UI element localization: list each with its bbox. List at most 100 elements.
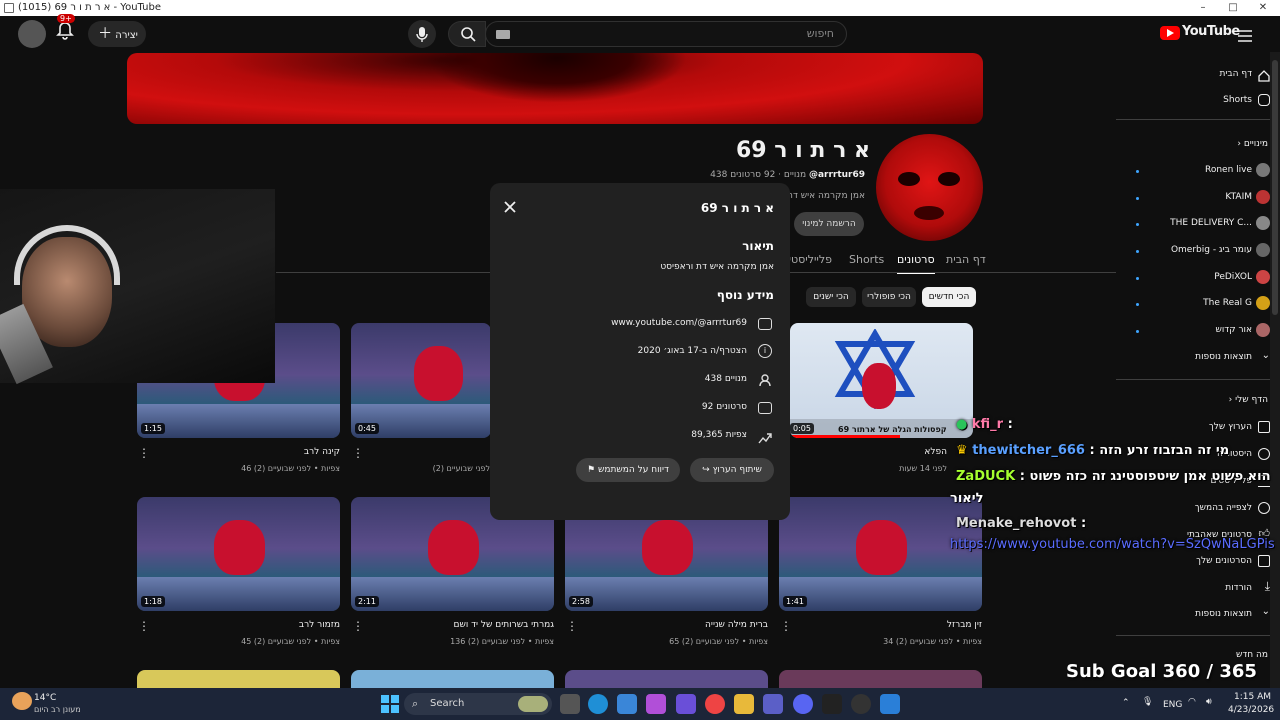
subscriber-count: 438 מנויים <box>704 374 747 384</box>
app-icon[interactable] <box>880 694 900 714</box>
video-title[interactable]: זין מברזל <box>792 620 982 630</box>
maximize-button[interactable]: □ <box>1218 0 1248 16</box>
language-indicator[interactable]: ENG <box>1163 700 1182 710</box>
file-explorer-icon[interactable] <box>734 694 754 714</box>
tray-chevron-icon[interactable]: ⌃ <box>1122 698 1130 708</box>
you-heading[interactable]: › הדף שלי <box>1229 395 1268 405</box>
sidebar-item-subscription[interactable]: PeDiXOL <box>1214 272 1252 282</box>
more-actions-icon[interactable]: ⋮ <box>780 619 792 633</box>
chat-username: Menake_rehovot <box>956 516 1077 531</box>
share-channel-button[interactable]: ↪ שיתוף הערוץ <box>690 458 774 482</box>
teams-icon[interactable] <box>763 694 783 714</box>
sidebar-item-subscription[interactable]: אור קדוש <box>1215 325 1252 335</box>
more-actions-icon[interactable]: ⋮ <box>352 446 364 460</box>
app-icon[interactable] <box>822 694 842 714</box>
obs-icon[interactable] <box>851 694 871 714</box>
close-button[interactable] <box>502 199 518 215</box>
video-thumbnail[interactable] <box>351 670 554 688</box>
video-thumbnail[interactable] <box>137 670 340 688</box>
sidebar-item-subscription[interactable]: Ronen live <box>1205 165 1252 175</box>
video-title[interactable]: גמרתי בשרותים של יד ושם <box>364 620 554 630</box>
report-user-button[interactable]: ⚑ דיווח על המשתמש <box>576 458 680 482</box>
subscribe-button[interactable]: הרשמה למינוי <box>794 212 864 236</box>
video-thumbnail[interactable]: 0:45 <box>351 323 491 438</box>
avatar[interactable] <box>18 20 46 48</box>
more-actions-icon[interactable]: ⋮ <box>566 619 578 633</box>
minimize-button[interactable]: – <box>1188 0 1218 16</box>
chat-text: הוא פשוט אמן שיטפוסטינג זה כזה פשוט <box>1029 469 1271 484</box>
sidebar-item-subscription[interactable]: Omerbig - עומר ביג <box>1142 245 1252 255</box>
sidebar-show-more[interactable]: תוצאות נוספות <box>1195 352 1252 362</box>
search-input[interactable]: חיפוש <box>485 21 847 47</box>
chat-link[interactable]: https://www.youtube.com/watch?v=SzQwNaLG… <box>950 537 1275 552</box>
menu-button[interactable] <box>1238 27 1252 42</box>
channel-avatar[interactable] <box>876 134 983 241</box>
chat-message: ♛ thewitcher_666 : מי זה הבזבוז זרע הזה <box>956 443 1229 458</box>
hamburger-icon <box>1238 30 1252 42</box>
video-thumbnail[interactable]: 1:18 <box>137 497 340 611</box>
weather-icon[interactable] <box>12 692 32 710</box>
channel-url[interactable]: www.youtube.com/@arrrtur69 <box>527 318 747 328</box>
chip-newest[interactable]: הכי חדשים <box>922 287 976 307</box>
sidebar-item-subscription[interactable]: The Real G <box>1203 298 1252 308</box>
joined-date: הצטרף/ה ב-17 באוג׳ 2020 <box>637 346 747 356</box>
volume-icon[interactable]: 🔊︎ <box>1206 697 1212 707</box>
video-title[interactable]: קינה לרב <box>150 447 340 457</box>
video-title[interactable]: ברית מילה שנייה <box>578 620 768 630</box>
video-duration: 0:45 <box>355 423 379 434</box>
video-title[interactable]: מזמור לרב <box>150 620 340 630</box>
taskbar-search[interactable]: ⌕ Search <box>404 693 552 715</box>
scrollbar-thumb[interactable] <box>1272 60 1278 315</box>
mic-tray-icon[interactable]: 🎙︎ <box>1142 697 1153 707</box>
start-icon[interactable] <box>380 694 400 714</box>
chrome-icon[interactable] <box>705 694 725 714</box>
chip-oldest[interactable]: הכי ישנים <box>806 287 856 307</box>
more-actions-icon[interactable]: ⋮ <box>138 619 150 633</box>
video-thumbnail[interactable]: קפסולות הגלה של ארתור 69 0:05 <box>790 323 973 438</box>
store-icon[interactable] <box>617 694 637 714</box>
video-title[interactable]: הפלא <box>790 447 947 457</box>
more-actions-icon[interactable]: ⋮ <box>352 619 364 633</box>
sidebar-item-subscription[interactable]: KTAIM <box>1225 192 1252 202</box>
sidebar-item-your-videos[interactable]: הסרטונים שלך <box>1196 556 1252 566</box>
video-duration: 1:41 <box>783 596 807 607</box>
more-info-heading: מידע נוסף <box>716 288 774 302</box>
sidebar-item-subscription[interactable]: THE DELIVERY C... <box>1142 218 1252 228</box>
sidebar-item-home[interactable]: דף הבית <box>1219 69 1252 79</box>
youtube-logo[interactable]: YouTube <box>1160 24 1240 44</box>
edge-icon[interactable] <box>588 694 608 714</box>
subscriptions-heading[interactable]: › מינויים <box>1237 139 1268 149</box>
chip-popular[interactable]: הכי פופולרי <box>862 287 916 307</box>
app-icon[interactable] <box>646 694 666 714</box>
search-button[interactable] <box>448 21 486 47</box>
sidebar-item-downloads[interactable]: הורדות <box>1225 583 1252 593</box>
video-thumbnail[interactable] <box>565 670 768 688</box>
app-icon[interactable] <box>676 694 696 714</box>
sidebar-item-watch-later[interactable]: לצפייה בהמשך <box>1195 503 1252 513</box>
tab-shorts[interactable]: Shorts <box>849 253 884 266</box>
voice-search-button[interactable] <box>408 20 436 48</box>
tab-home[interactable]: דף הבית <box>946 253 986 266</box>
wifi-icon[interactable]: ◠ <box>1188 697 1196 707</box>
notifications-button[interactable]: 9+ <box>54 14 78 44</box>
sidebar-show-more[interactable]: תוצאות נוספות <box>1195 609 1252 619</box>
discord-icon[interactable] <box>793 694 813 714</box>
more-actions-icon[interactable]: ⋮ <box>138 446 150 460</box>
bell-icon <box>56 22 74 40</box>
tab-playlists[interactable]: פלייליסטים <box>788 253 832 266</box>
task-view-icon[interactable] <box>560 694 580 714</box>
create-button[interactable]: ＋ יצירה <box>88 21 146 47</box>
clock-date[interactable]: 4/23/2026 <box>1228 705 1274 715</box>
close-window-button[interactable]: ✕ <box>1248 0 1278 16</box>
about-text: אמן מקרמה איש דת וראפיסט <box>660 262 774 272</box>
tab-videos[interactable]: סרטונים <box>897 253 935 274</box>
channel-icon <box>1258 421 1270 433</box>
video-thumbnail[interactable] <box>779 670 982 688</box>
subscription-avatar <box>1256 243 1270 257</box>
sidebar-item-shorts[interactable]: Shorts <box>1223 95 1252 105</box>
keyboard-icon[interactable] <box>496 30 510 39</box>
sidebar-item-your-channel[interactable]: הערוץ שלך <box>1209 422 1252 432</box>
video-thumbnail[interactable]: 1:41 <box>779 497 982 611</box>
about-heading: תיאור <box>742 239 774 253</box>
clock-time[interactable]: 1:15 AM <box>1234 692 1271 702</box>
